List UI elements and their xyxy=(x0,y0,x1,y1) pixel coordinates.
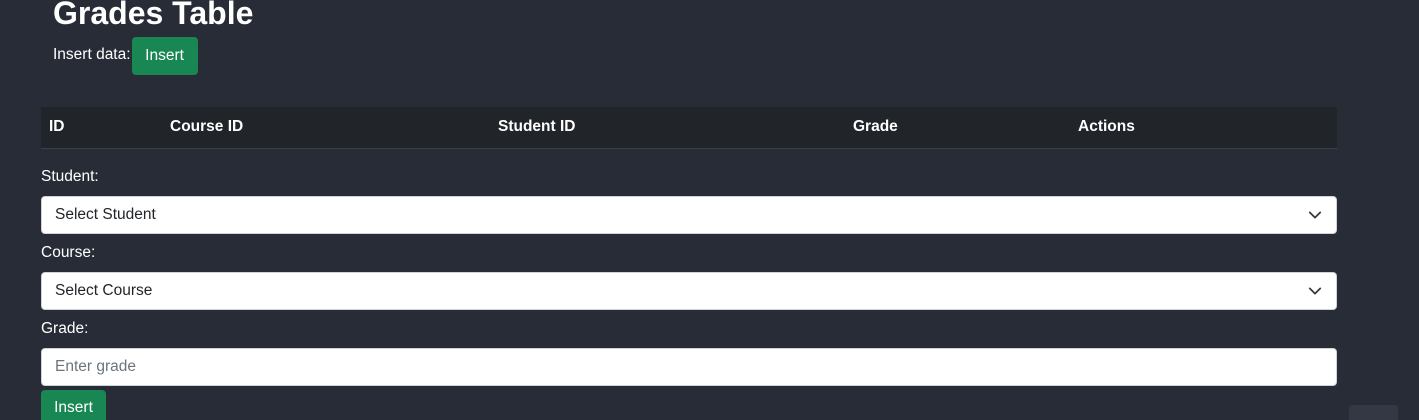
grade-label: Grade: xyxy=(41,320,89,337)
course-select[interactable]: Select Course xyxy=(41,272,1337,310)
column-header-student-id: Student ID xyxy=(490,107,845,149)
column-header-course-id: Course ID xyxy=(162,107,490,149)
student-select[interactable]: Select Student xyxy=(41,196,1337,234)
corner-tab xyxy=(1349,405,1398,420)
column-header-grade: Grade xyxy=(845,107,1070,149)
column-header-id: ID xyxy=(41,107,162,149)
insert-data-label: Insert data: xyxy=(53,46,131,63)
student-select-value: Select Student xyxy=(55,206,156,223)
table-header-row: ID Course ID Student ID Grade Actions xyxy=(41,107,1337,149)
course-label: Course: xyxy=(41,244,96,261)
grades-table: ID Course ID Student ID Grade Actions xyxy=(41,107,1337,149)
insert-data-row: Insert data: Insert xyxy=(53,37,198,75)
grade-input-placeholder: Enter grade xyxy=(55,358,136,375)
student-label: Student: xyxy=(41,168,99,185)
grade-input[interactable]: Enter grade xyxy=(41,348,1337,386)
insert-grade-form: Student: Select Student Course: Select C… xyxy=(41,167,1337,395)
insert-toggle-button[interactable]: Insert xyxy=(131,37,198,75)
page-title: Grades Table xyxy=(53,0,254,31)
chevron-down-icon xyxy=(1308,287,1322,295)
column-header-actions: Actions xyxy=(1070,107,1337,149)
chevron-down-icon xyxy=(1308,211,1322,219)
submit-insert-button[interactable]: Insert xyxy=(41,390,106,420)
page: Grades Table Insert data: Insert ID Cour… xyxy=(0,0,1419,420)
course-select-value: Select Course xyxy=(55,282,153,299)
